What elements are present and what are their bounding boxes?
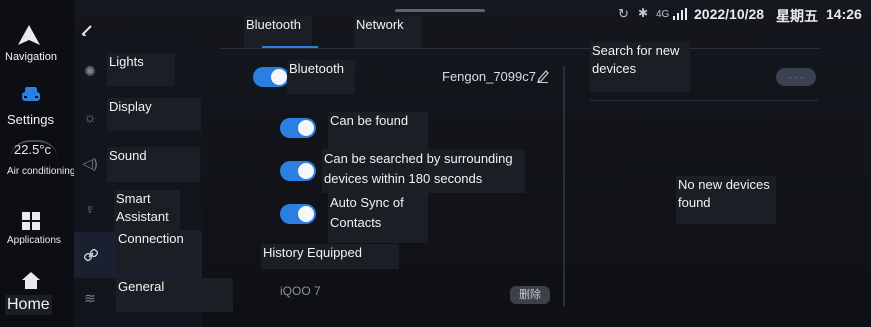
air-conditioning-button[interactable]: 22.5°c Air conditioning [0, 138, 76, 182]
no-devices-message: No new devices found [676, 176, 776, 224]
history-equipped-title: History Equipped [261, 244, 399, 269]
home-button[interactable]: Home [0, 268, 60, 318]
loading-dots-icon: · · · [789, 72, 803, 82]
sync-icon: ↻ [618, 6, 629, 21]
menu-item-smart-assistant[interactable]: ♀ Smart Assistant [78, 190, 202, 232]
menu-item-connection[interactable]: Connection [78, 230, 202, 274]
search-divider [590, 100, 818, 101]
link-icon [84, 248, 98, 262]
bluetooth-title: Bluetooth [287, 60, 355, 94]
menu-item-general-label: General [116, 278, 233, 312]
microphone-icon: ♀ [84, 201, 96, 217]
status-weekday: 星期五 [776, 8, 818, 24]
menu-item-lights-label: Lights [107, 53, 175, 86]
can-be-found-label: Can be found [328, 112, 428, 150]
status-time: 14:26 [826, 6, 862, 22]
auto-sync-label: Auto Sync of Contacts [328, 193, 428, 243]
searchable-toggle[interactable] [280, 161, 316, 181]
applications-button[interactable]: Applications [0, 208, 70, 252]
search-title-line2: devices [592, 61, 637, 76]
panel-divider [563, 66, 565, 306]
tab-divider [220, 48, 820, 49]
settings-button[interactable]: Settings [0, 82, 60, 132]
menu-item-smart-assistant-label: Smart Assistant [114, 190, 180, 232]
lightbulb-icon: ✺ [84, 63, 96, 79]
no-devices-line2: found [678, 195, 711, 210]
car-icon [22, 87, 40, 101]
menu-item-connection-label: Connection [116, 230, 200, 274]
navigation-arrow-icon [18, 25, 40, 45]
settings-label: Settings [7, 112, 54, 127]
bluetooth-toggle[interactable] [253, 67, 289, 87]
tab-bluetooth[interactable]: Bluetooth [244, 16, 312, 48]
home-icon [22, 272, 40, 289]
scan-button[interactable]: · · · [776, 68, 816, 86]
auto-sync-label-line2: Contacts [330, 215, 382, 230]
navigation-label: Navigation [5, 51, 57, 63]
air-conditioning-label: Air conditioning [7, 166, 76, 177]
searchable-label-line2: devices within 180 seconds [324, 171, 483, 186]
search-title-line1: Search for new [592, 43, 680, 58]
menu-item-display-label: Display [107, 98, 201, 131]
brightness-icon: ☼ [83, 109, 97, 125]
auto-sync-label-line1: Auto Sync of [330, 195, 404, 210]
bluetooth-status-icon: ✱ [638, 6, 649, 20]
menu-item-display[interactable]: ☼ Display [78, 98, 202, 134]
drag-handle[interactable] [395, 9, 485, 12]
searchable-label-line1: Can be searched by surrounding [324, 151, 513, 166]
applications-label: Applications [7, 235, 61, 246]
menu-item-general[interactable]: ≋ General [78, 278, 234, 314]
screen: Navigation Settings 22.5°c Air condition… [0, 0, 871, 327]
no-devices-line1: No new devices [678, 177, 770, 192]
can-be-found-toggle[interactable] [280, 118, 316, 138]
delete-button[interactable]: 删除 [510, 286, 550, 304]
signal-strength-icon [673, 8, 687, 20]
menu-item-sound[interactable]: ◁) Sound [78, 147, 202, 183]
device-name: Fengon_7099c7 [442, 69, 536, 84]
search-new-devices-title: Search for new devices [590, 42, 690, 92]
edit-pencil-icon[interactable] [537, 69, 549, 83]
menu-item-lights[interactable]: ✺ Lights [78, 52, 202, 90]
network-type: 4G [656, 9, 670, 20]
searchable-label: Can be searched by surrounding devices w… [322, 149, 525, 193]
navigation-button[interactable]: Navigation [0, 20, 60, 70]
tab-network[interactable]: Network [354, 16, 422, 48]
auto-sync-toggle[interactable] [280, 204, 316, 224]
home-label: Home [5, 295, 52, 315]
history-device-name: iQOO 7 [280, 284, 321, 298]
menu-item-sound-label: Sound [107, 147, 200, 182]
layers-icon: ≋ [84, 290, 96, 306]
speaker-icon: ◁) [82, 155, 98, 171]
grid-icon [22, 212, 40, 230]
status-date: 2022/10/28 [694, 6, 765, 22]
